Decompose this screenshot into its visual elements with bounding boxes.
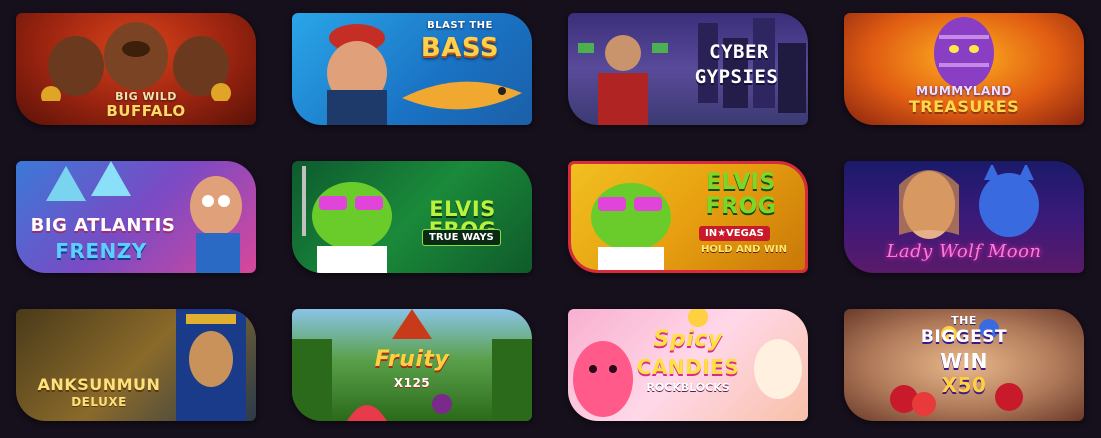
tile-title-line3: WIN [940, 349, 988, 373]
in-vegas-badge: IN★VEGAS [699, 226, 770, 241]
mummy-art [894, 15, 1034, 95]
buffalo-art [36, 21, 236, 106]
game-tile-blast-the-bass[interactable]: BLAST THE BASS [292, 13, 532, 125]
tile-title: BLAST THE [427, 20, 493, 31]
tile-title-line2: FROG [705, 194, 777, 219]
frog-art [576, 167, 686, 270]
tile-title-line2: FRENZY [55, 239, 147, 263]
tile-title: BIG ATLANTIS [30, 215, 176, 236]
game-tile-cyber-gypsies[interactable]: CYBER GYPSIES [568, 13, 808, 125]
tile-title-line2: X125 [393, 376, 431, 390]
tile-title-line2: CANDIES [636, 355, 740, 379]
tile-title-line2: TREASURES [908, 97, 1020, 116]
frog-art [297, 166, 407, 273]
game-tile-anksunmun-deluxe[interactable]: ANKSUNMUN DELUXE [16, 309, 256, 421]
tile-title-line2: BUFFALO [106, 102, 186, 120]
game-grid: BIG WILD BUFFALO BLAST THE BASS CYBER GY… [0, 0, 1101, 438]
tile-title: CYBER [709, 41, 769, 63]
hold-and-win-label: HOLD AND WIN [700, 244, 788, 255]
tile-title-line2: BASS [420, 33, 500, 63]
game-tile-elvis-frog-trueways[interactable]: ELVIS FROG TRUE WAYS [292, 161, 532, 273]
tile-title: ANKSUNMUN [37, 375, 161, 394]
game-tile-big-wild-buffalo[interactable]: BIG WILD BUFFALO [16, 13, 256, 125]
rockblocks-label: ROCKBLOCKS [646, 381, 730, 394]
tile-title: Fruity [374, 347, 450, 372]
game-tile-lady-wolf-moon[interactable]: Lady Wolf Moon [844, 161, 1084, 273]
tile-title-line2: GYPSIES [694, 66, 779, 88]
tile-title: Lady Wolf Moon [886, 241, 1042, 262]
game-tile-elvis-frog-in-vegas[interactable]: ELVIS FROG IN★VEGAS HOLD AND WIN [568, 161, 808, 273]
game-tile-spicy-candies-rockblocks[interactable]: Spicy CANDIES ROCKBLOCKS [568, 309, 808, 421]
game-tile-the-biggest-win-x50[interactable]: THE BIGGEST WIN X50 [844, 309, 1084, 421]
tile-title-line2: DELUXE [71, 395, 127, 409]
tile-title: ELVIS [706, 170, 776, 195]
game-tile-big-atlantis-frenzy[interactable]: BIG ATLANTIS FRENZY [16, 161, 256, 273]
trueways-badge: TRUE WAYS [422, 229, 501, 246]
tile-title: Spicy [653, 327, 723, 352]
game-tile-mummyland-treasures[interactable]: MUMMYLAND TREASURES [844, 13, 1084, 125]
tile-title: MUMMYLAND [916, 84, 1012, 98]
tile-title: THE [951, 314, 977, 327]
game-tile-fruity-x125[interactable]: Fruity X125 [292, 309, 532, 421]
tile-title-line4: X50 [941, 373, 987, 397]
pharaoh-art [166, 309, 256, 421]
lady-wolf-art [874, 163, 1064, 245]
tile-title-line2: BIGGEST [920, 327, 1008, 347]
tile-title: BIG WILD [115, 90, 177, 103]
